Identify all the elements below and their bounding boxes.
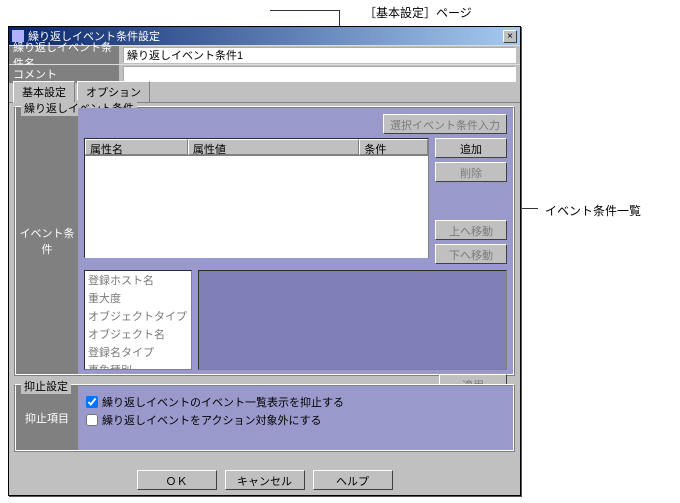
list-item[interactable]: オブジェクト名 — [85, 325, 191, 343]
annotation-event-list: イベント条件一覧 — [545, 202, 641, 219]
add-button[interactable]: 追加 — [435, 138, 507, 158]
tab-option[interactable]: オプション — [77, 81, 150, 102]
grid-col-attrvalue[interactable]: 属性値 — [188, 139, 360, 155]
delete-button[interactable]: 削除 — [435, 162, 507, 182]
list-item[interactable]: 重大度 — [85, 289, 191, 307]
attribute-listbox[interactable]: 登録ホスト名重大度オブジェクトタイプオブジェクト名登録名タイプ事象種別ユーザー名 — [84, 270, 192, 370]
suppress-checkbox-2-row[interactable]: 繰り返しイベントをアクション対象外にする — [86, 412, 505, 428]
basic-page: 繰り返しイベント条件 イベント条件 選択イベント条件入力 属性名 — [9, 103, 520, 465]
cancel-button[interactable]: キャンセル — [225, 470, 305, 490]
close-button[interactable]: × — [503, 30, 517, 43]
comment-input[interactable] — [123, 66, 516, 82]
move-up-button[interactable]: 上へ移動 — [435, 220, 507, 240]
suppress-checkbox-2-label: 繰り返しイベントをアクション対象外にする — [102, 412, 322, 428]
select-input-button[interactable]: 選択イベント条件入力 — [383, 114, 507, 134]
name-label: 繰り返しイベント条件名 — [9, 46, 119, 64]
suppress-side-label: 抑止項目 — [16, 386, 78, 450]
suppress-checkbox-1[interactable] — [86, 396, 98, 408]
suppress-checkbox-2[interactable] — [86, 414, 98, 426]
suppress-legend: 抑止設定 — [21, 378, 71, 394]
list-item[interactable]: 登録ホスト名 — [85, 271, 191, 289]
list-item[interactable]: 事象種別 — [85, 361, 191, 370]
list-item[interactable]: 登録名タイプ — [85, 343, 191, 361]
value-area — [198, 270, 507, 370]
move-down-button[interactable]: 下へ移動 — [435, 244, 507, 264]
suppress-checkbox-1-row[interactable]: 繰り返しイベントのイベント一覧表示を抑止する — [86, 394, 505, 410]
annotation-basic-page: ［基本設定］ページ — [364, 4, 472, 21]
event-side-label: イベント条件 — [16, 108, 78, 374]
ok-button[interactable]: ＯＫ — [137, 470, 217, 490]
tab-basic[interactable]: 基本設定 — [13, 81, 75, 103]
list-item[interactable]: オブジェクトタイプ — [85, 307, 191, 325]
grid-col-condition[interactable]: 条件 — [359, 139, 428, 155]
grid-col-attrname[interactable]: 属性名 — [85, 139, 188, 155]
suppress-checkbox-1-label: 繰り返しイベントのイベント一覧表示を抑止する — [102, 394, 344, 410]
name-input[interactable] — [123, 47, 516, 63]
annotation-leader-1 — [270, 10, 340, 11]
help-button[interactable]: ヘルプ — [313, 470, 393, 490]
event-content: 選択イベント条件入力 属性名 属性値 条件 — [78, 108, 513, 374]
dialog-window: 繰り返しイベント条件設定 × 繰り返しイベント条件名 コメント 基本設定 オプシ… — [8, 26, 521, 496]
dialog-buttons: ＯＫ キャンセル ヘルプ — [9, 465, 520, 495]
condition-grid[interactable]: 属性名 属性値 条件 — [84, 138, 429, 258]
grid-body[interactable] — [85, 156, 428, 258]
